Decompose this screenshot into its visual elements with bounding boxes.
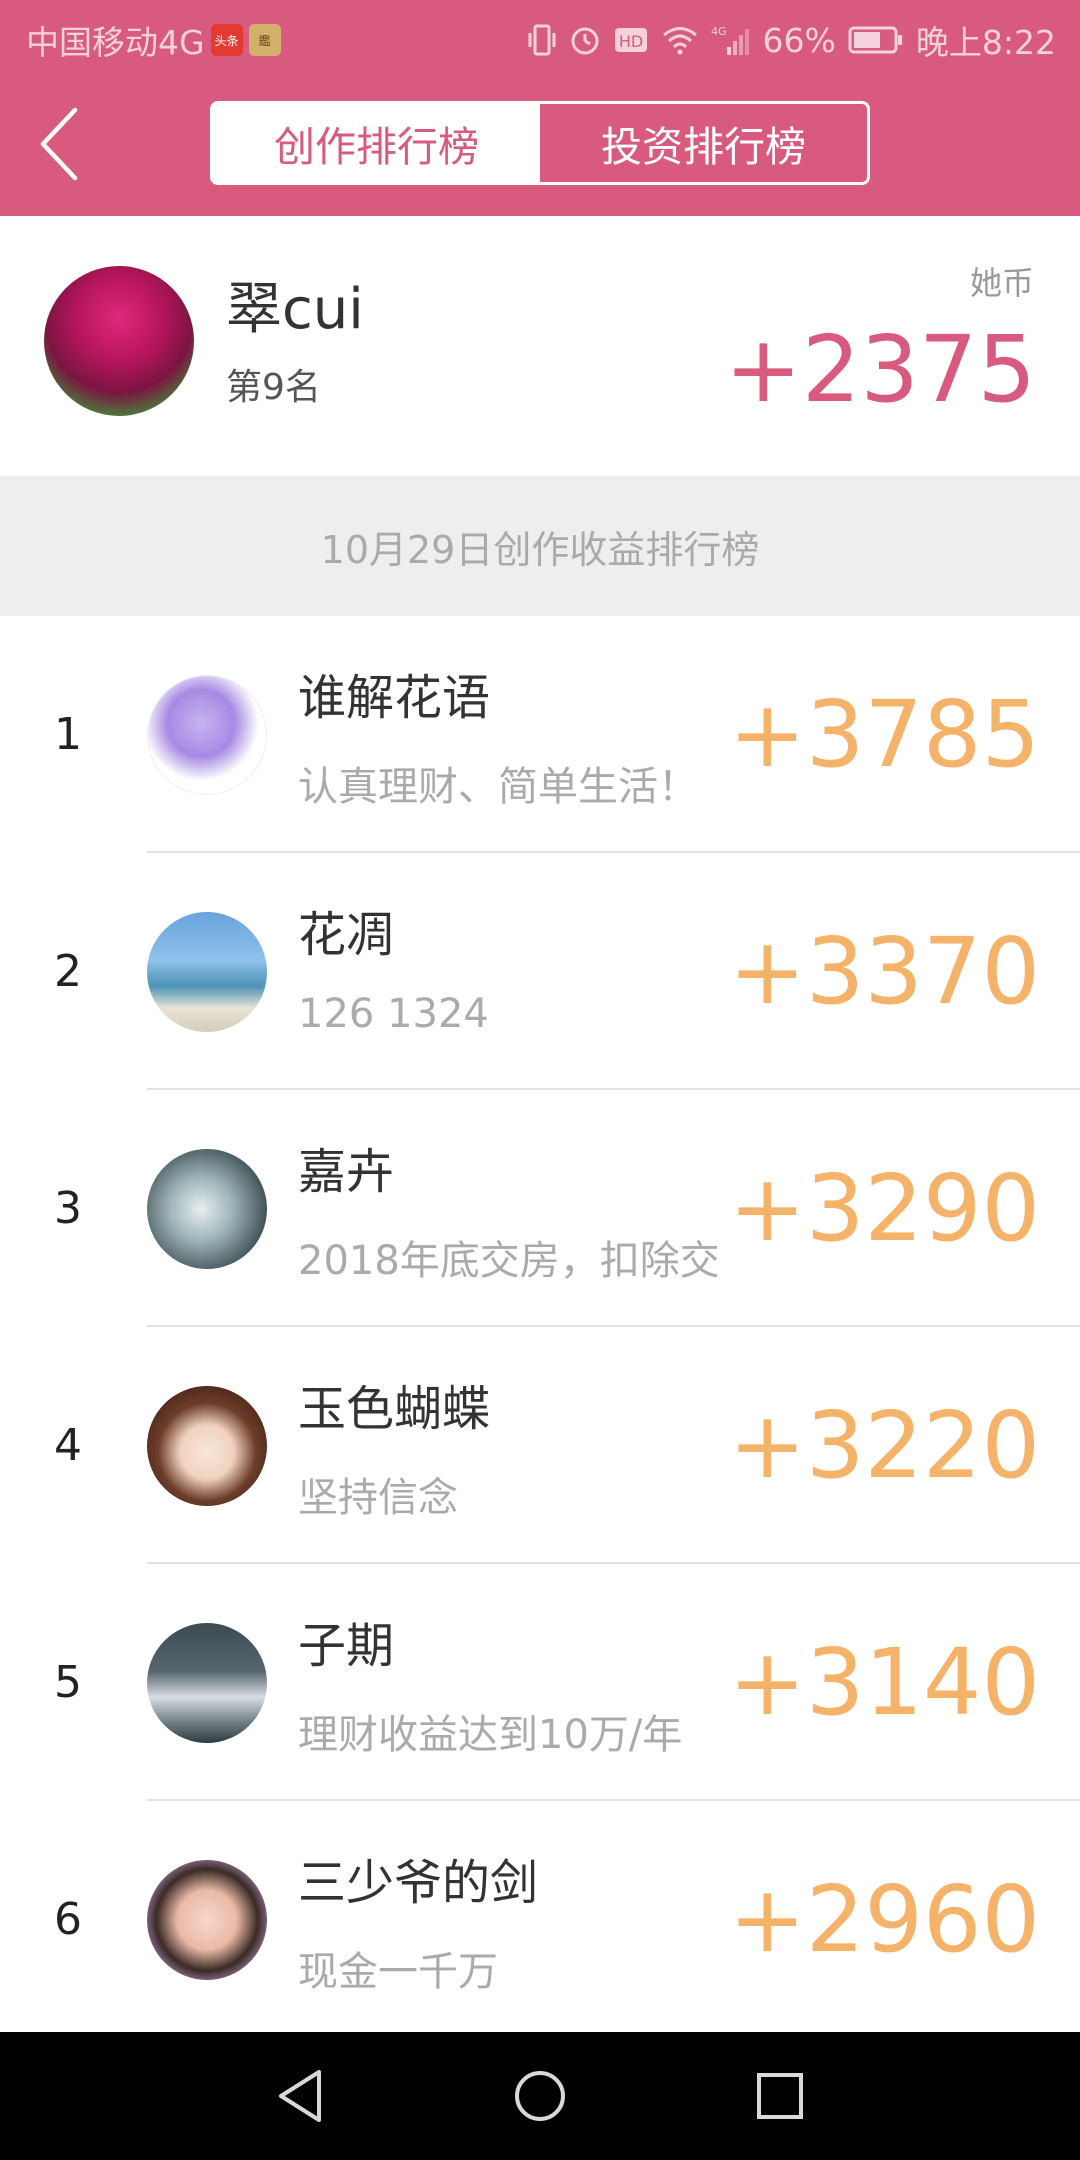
avatar	[147, 1623, 267, 1743]
avatar	[147, 1860, 267, 1980]
rank-number: 1	[54, 709, 82, 760]
notification-app-icon: 鑑	[248, 24, 281, 56]
carrier-label: 中国移动4G	[26, 23, 205, 62]
avatar	[147, 1149, 267, 1269]
username: 嘉卉	[298, 1144, 395, 1200]
list-item[interactable]: 4 玉色蝴蝶 坚持信念 +3220	[0, 1327, 1080, 1564]
rank-number: 6	[54, 1894, 82, 1945]
nav-home-button[interactable]	[510, 2066, 570, 2126]
ranking-tab-switch: 创作排行榜 投资排行榜	[210, 101, 870, 185]
list-item[interactable]: 2 花凋 126 1324 +3370	[0, 853, 1080, 1090]
coin-label: 她币	[969, 264, 1034, 302]
username: 花凋	[298, 907, 395, 963]
score-value: +3140	[728, 1629, 1040, 1736]
user-signature: 现金一千万	[298, 1949, 498, 1995]
status-bar: 中国移动4G 头条 鑑 HD 4G 66% 晚上8:22	[0, 0, 1080, 74]
user-signature: 理财收益达到10万/年	[298, 1712, 683, 1758]
battery-percent: 66%	[762, 20, 836, 60]
score-value: +3220	[728, 1392, 1040, 1499]
status-left: 中国移动4G 头条 鑑	[26, 16, 281, 64]
circle-home-icon	[515, 2071, 565, 2121]
battery-icon	[848, 25, 904, 55]
list-item[interactable]: 6 三少爷的剑 现金一千万 +2960	[0, 1801, 1080, 2038]
signal-icon: 4G	[711, 23, 751, 57]
my-rank-card[interactable]: 翠cui 第9名 她币 +2375	[0, 216, 1080, 476]
avatar	[147, 675, 267, 795]
nav-back-button[interactable]	[270, 2066, 330, 2126]
avatar	[147, 1386, 267, 1506]
rank-number: 2	[54, 946, 82, 997]
score-value: +2960	[728, 1866, 1040, 1973]
back-button[interactable]	[24, 104, 94, 184]
rank-number: 5	[54, 1657, 82, 1708]
status-right: HD 4G 66% 晚上8:22	[527, 16, 1056, 64]
alarm-icon	[569, 24, 601, 56]
triangle-back-icon	[279, 2070, 321, 2122]
score-value: +3785	[728, 681, 1040, 788]
hd-icon: HD	[613, 25, 649, 55]
username: 谁解花语	[298, 670, 491, 726]
my-rank: 第9名	[226, 367, 321, 408]
list-item[interactable]: 3 嘉卉 2018年底交房，扣除交 +3290	[0, 1090, 1080, 1327]
rank-number: 3	[54, 1183, 82, 1234]
vibrate-icon	[527, 23, 557, 57]
my-username: 翠cui	[226, 277, 364, 342]
score-value: +3290	[728, 1155, 1040, 1262]
tab-creation-ranking[interactable]: 创作排行榜	[213, 104, 540, 182]
system-nav-bar	[0, 2032, 1080, 2160]
svg-text:HD: HD	[618, 32, 642, 51]
section-header: 10月29日创作收益排行榜	[0, 476, 1080, 616]
rank-number: 4	[54, 1420, 82, 1471]
username: 子期	[298, 1618, 395, 1674]
user-signature: 认真理财、简单生活！	[298, 764, 698, 810]
header: 创作排行榜 投资排行榜	[0, 74, 1080, 216]
my-score: +2375	[724, 316, 1036, 423]
svg-text:4G: 4G	[711, 25, 727, 38]
list-item[interactable]: 5 子期 理财收益达到10万/年 +3140	[0, 1564, 1080, 1801]
username: 玉色蝴蝶	[298, 1381, 491, 1437]
toutiao-app-icon: 头条	[210, 24, 243, 56]
user-signature: 126 1324	[298, 991, 489, 1037]
list-item[interactable]: 1 谁解花语 认真理财、简单生活！ +3785	[0, 616, 1080, 853]
section-title: 10月29日创作收益排行榜	[320, 527, 760, 572]
avatar	[44, 266, 194, 416]
clock-time: 晚上8:22	[915, 23, 1056, 62]
wifi-icon	[661, 25, 699, 55]
tab-investment-ranking[interactable]: 投资排行榜	[540, 104, 867, 182]
nav-recents-button[interactable]	[750, 2066, 810, 2126]
square-recents-icon	[757, 2073, 803, 2119]
ranking-list: 1 谁解花语 认真理财、简单生活！ +3785 2 花凋 126 1324 +3…	[0, 616, 1080, 2038]
chevron-left-icon	[40, 107, 78, 181]
avatar	[147, 912, 267, 1032]
score-value: +3370	[728, 918, 1040, 1025]
user-signature: 2018年底交房，扣除交	[298, 1238, 720, 1284]
username: 三少爷的剑	[298, 1855, 539, 1911]
user-signature: 坚持信念	[298, 1475, 458, 1521]
